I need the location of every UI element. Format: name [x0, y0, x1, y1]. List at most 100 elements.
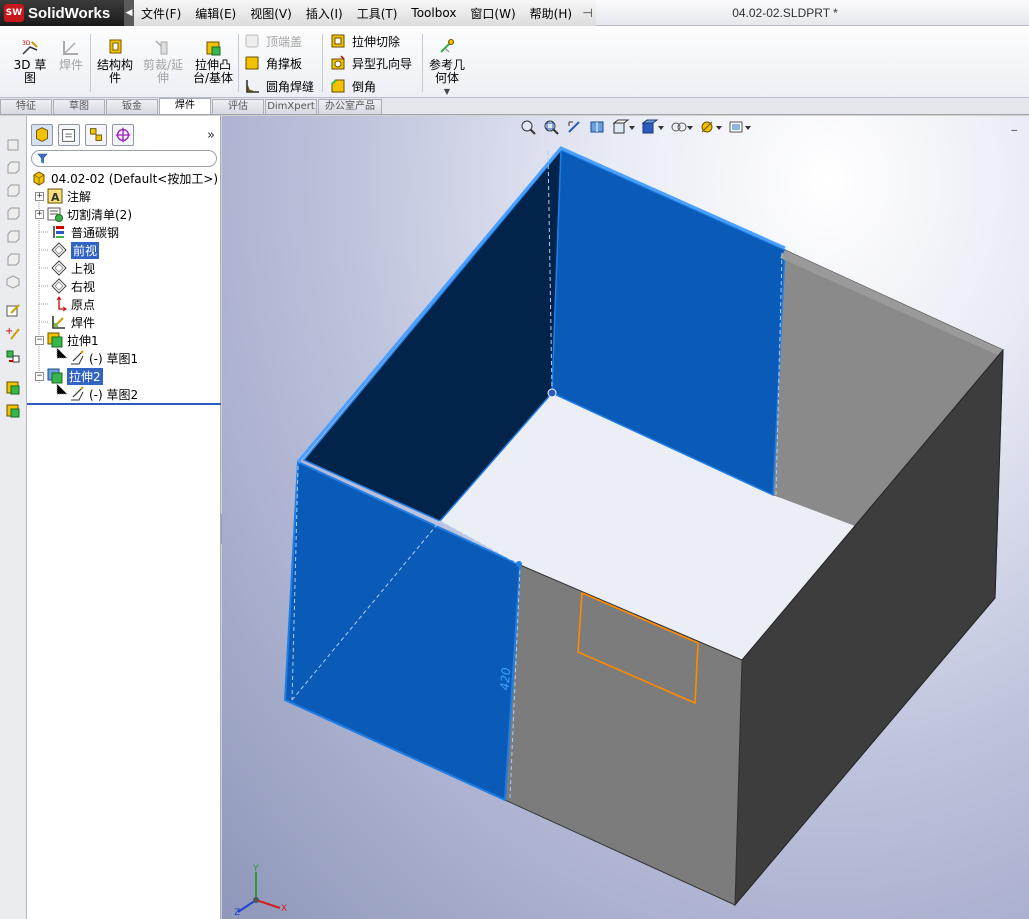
gusset-button[interactable]: 角撑板 — [244, 53, 302, 73]
rollback-bar[interactable] — [27, 403, 221, 405]
menu-bar: 文件(F) 编辑(E) 视图(V) 插入(I) 工具(T) Toolbox 窗口… — [134, 0, 596, 26]
tree-item-cut-list[interactable]: + 切割清单(2) — [35, 205, 132, 223]
plane-icon — [51, 278, 67, 294]
tree-item-top-plane[interactable]: 上视 — [51, 259, 95, 277]
tab-sketch[interactable]: 草图 — [53, 99, 105, 114]
origin-icon — [56, 296, 67, 312]
extrude-feature-2-icon[interactable] — [5, 403, 21, 419]
tree-item-extrude2[interactable]: − 拉伸2 — [35, 367, 103, 385]
title-bar: SW SolidWorks ◀ 文件(F) 编辑(E) 视图(V) 插入(I) … — [0, 0, 1029, 26]
tree-item-extrude1[interactable]: − 拉伸1 — [35, 331, 99, 349]
cut-list-icon — [47, 207, 63, 222]
menu-collapse-arrow-icon[interactable]: ◀ — [124, 0, 134, 26]
dropdown-arrow-icon[interactable]: ▼ — [444, 85, 450, 98]
weldment-label: 焊件 — [58, 58, 83, 72]
app-logo[interactable]: SW SolidWorks — [0, 0, 124, 26]
expand-icon[interactable]: + — [35, 209, 44, 219]
separator — [238, 34, 239, 92]
view-heads-up-toolbar — [520, 116, 757, 138]
expand-icon[interactable]: + — [35, 191, 44, 201]
trim-extend-button[interactable]: 剪裁/延伸 — [141, 38, 185, 85]
menu-insert[interactable]: 插入(I) — [299, 5, 350, 22]
sketch-icon — [71, 386, 84, 401]
hide-show-items-icon[interactable] — [670, 119, 694, 135]
view-right-icon[interactable] — [5, 205, 21, 221]
tab-features[interactable]: 特征 — [0, 99, 52, 114]
previous-view-icon[interactable] — [566, 119, 582, 135]
gusset-icon — [245, 56, 259, 70]
tree-item-label: 焊件 — [71, 315, 96, 330]
view-back-icon[interactable] — [5, 159, 21, 175]
tree-item-label: 普通碳钢 — [71, 225, 120, 240]
tab-weldments[interactable]: 焊件 — [159, 98, 211, 114]
collapse-icon[interactable]: − — [35, 371, 44, 381]
reference-geometry-button[interactable]: 参考几何体 ▼ — [428, 38, 466, 98]
view-isometric-icon[interactable] — [5, 274, 21, 290]
display-style-icon[interactable] — [641, 119, 665, 135]
command-manager: 3D 3D 草图 焊件 结构构件 剪裁/延伸 拉伸凸台/基体 顶端盖 角撑板 圆… — [0, 26, 1029, 98]
fillet-bead-button[interactable]: 圆角焊缝 — [244, 76, 314, 96]
view-bottom-icon[interactable] — [5, 251, 21, 267]
tab-dimxpert[interactable]: DimXpert — [265, 99, 317, 114]
viewport-minimize-button[interactable]: _ — [1012, 118, 1018, 131]
structural-member-icon — [109, 39, 122, 54]
structural-member-label: 结构构件 — [96, 58, 133, 85]
extrude-boss-button[interactable]: 拉伸凸台/基体 — [192, 38, 234, 85]
weldment-button[interactable]: 焊件 — [58, 38, 84, 72]
hole-wizard-button[interactable]: 异型孔向导 — [330, 53, 412, 73]
dimension-label[interactable]: 420 — [497, 667, 513, 691]
chamfer-label: 倒角 — [352, 79, 377, 94]
edit-sketch-icon[interactable] — [5, 302, 21, 318]
tree-item-right-plane[interactable]: 右视 — [51, 277, 95, 295]
edit-appearance-icon[interactable] — [699, 119, 723, 135]
view-orientation-icon[interactable] — [612, 119, 636, 135]
tree-item-sketch1[interactable]: (-) 草图1 — [69, 349, 138, 367]
extrude-feature-icon[interactable] — [5, 380, 21, 396]
tree-item-label: 拉伸2 — [67, 367, 103, 385]
fillet-bead-label: 圆角焊缝 — [266, 79, 315, 94]
tree-root-label: 04.02-02 (Default<按加工>) — [51, 171, 219, 186]
section-view-icon[interactable] — [589, 119, 605, 135]
pin-icon[interactable]: ⊣ — [579, 6, 596, 20]
plane-icon — [51, 260, 67, 276]
app-name: SolidWorks — [28, 4, 111, 22]
tree-item-material[interactable]: 普通碳钢 — [51, 223, 119, 241]
menu-file[interactable]: 文件(F) — [134, 5, 188, 22]
material-icon — [53, 226, 64, 238]
collapse-icon[interactable]: − — [35, 335, 44, 345]
tree-root-part[interactable]: 04.02-02 (Default<按加工>) — [31, 169, 218, 187]
tab-sheet-metal[interactable]: 钣金 — [106, 99, 158, 114]
view-left-icon[interactable] — [5, 182, 21, 198]
tab-office-products[interactable]: 办公室产品 — [318, 99, 382, 114]
extruded-cut-button[interactable]: 拉伸切除 — [330, 31, 400, 51]
view-front-icon[interactable] — [5, 136, 21, 152]
menu-edit[interactable]: 编辑(E) — [188, 5, 243, 22]
tree-item-weldment[interactable]: 焊件 — [51, 313, 95, 331]
zoom-to-fit-icon[interactable] — [520, 119, 536, 135]
tab-evaluate[interactable]: 评估 — [212, 99, 264, 114]
apply-scene-icon[interactable] — [728, 119, 752, 135]
zoom-to-area-icon[interactable] — [543, 119, 559, 135]
move-entities-icon[interactable] — [5, 348, 21, 364]
graphics-viewport[interactable]: 420 Y X Z _ — [222, 116, 1029, 919]
view-top-icon[interactable] — [5, 228, 21, 244]
separator — [422, 34, 423, 92]
triad-z-label: Z — [234, 908, 241, 918]
chamfer-button[interactable]: 倒角 — [330, 76, 376, 96]
annotations-icon: A — [47, 188, 63, 204]
sketch-3d-button[interactable]: 3D 3D 草图 — [8, 38, 52, 85]
tree-item-annotations[interactable]: + A 注解 — [35, 187, 91, 205]
add-relation-icon[interactable]: + — [5, 325, 21, 341]
tree-item-origin[interactable]: 原点 — [51, 295, 95, 313]
menu-view[interactable]: 视图(V) — [243, 5, 299, 22]
menu-help[interactable]: 帮助(H) — [523, 5, 579, 22]
structural-member-button[interactable]: 结构构件 — [96, 38, 134, 85]
menu-toolbox[interactable]: Toolbox — [404, 6, 463, 20]
menu-window[interactable]: 窗口(W) — [463, 5, 522, 22]
tree-item-sketch2[interactable]: (-) 草图2 — [69, 385, 138, 403]
menu-tools[interactable]: 工具(T) — [350, 5, 405, 22]
tree-item-label: 上视 — [71, 261, 96, 276]
end-cap-button[interactable]: 顶端盖 — [244, 31, 302, 51]
weldment-icon — [63, 41, 78, 55]
tree-item-front-plane[interactable]: 前视 — [51, 241, 100, 259]
